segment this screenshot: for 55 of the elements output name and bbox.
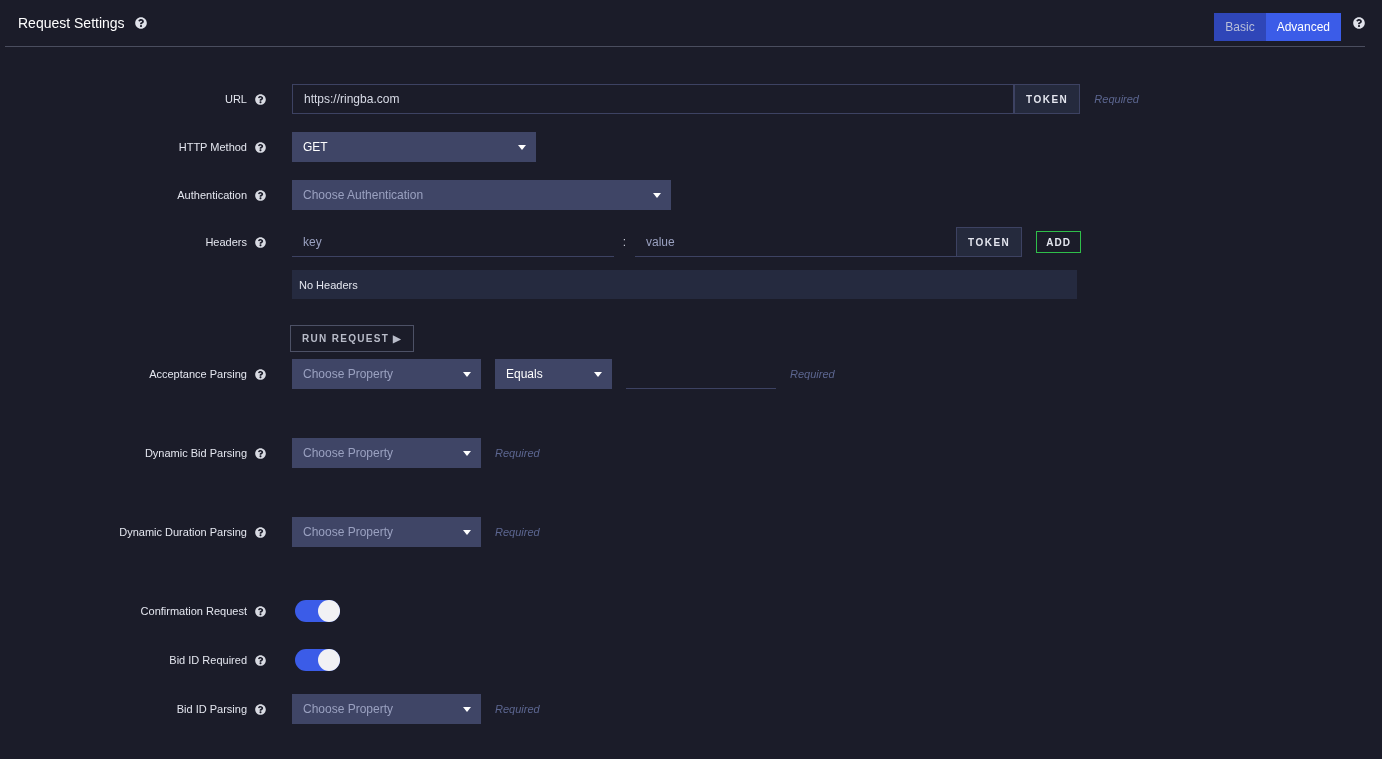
toggle-switch[interactable] — [295, 600, 340, 622]
required-hint: Required — [495, 447, 540, 459]
help-icon[interactable] — [255, 368, 266, 380]
field-label: Confirmation Request — [140, 605, 247, 617]
property-dropdown[interactable]: Choose Property — [292, 438, 481, 468]
mode-tab[interactable]: Basic — [1214, 13, 1266, 41]
required-hint: Required — [1094, 93, 1139, 105]
separator: : — [621, 235, 628, 249]
required-hint: Required — [790, 368, 835, 380]
help-icon[interactable] — [255, 141, 266, 153]
caret-icon — [463, 529, 471, 535]
property-dropdown[interactable]: Choose Property — [292, 517, 481, 547]
help-icon[interactable] — [255, 93, 266, 105]
help-icon[interactable] — [134, 17, 147, 29]
field-label: Bid ID Required — [169, 654, 247, 666]
caret-icon — [518, 144, 526, 150]
help-icon[interactable] — [255, 605, 266, 617]
page-title: Request Settings — [18, 15, 125, 31]
header-key-field[interactable]: key — [292, 227, 614, 257]
url-field[interactable]: https://ringba.com — [292, 84, 1014, 114]
run-request-button[interactable]: RUN REQUEST ▶ — [290, 325, 415, 352]
help-icon[interactable] — [255, 236, 266, 248]
field-label: Dynamic Bid Parsing — [144, 447, 247, 459]
header-value-field[interactable]: value — [635, 227, 956, 257]
token-button[interactable]: TOKEN — [1014, 84, 1081, 114]
required-hint: Required — [495, 703, 540, 715]
field-label: HTTP Method — [178, 141, 247, 153]
no-headers-message: No Headers — [292, 270, 1077, 299]
field-label: Acceptance Parsing — [149, 368, 247, 380]
add-button[interactable]: ADD — [1036, 231, 1081, 253]
field-label: Bid ID Parsing — [176, 703, 247, 715]
help-icon[interactable] — [255, 526, 266, 538]
field-label: Authentication — [177, 189, 247, 201]
field-label: Dynamic Duration Parsing — [119, 526, 247, 538]
property-dropdown[interactable]: Choose Property — [292, 359, 481, 389]
help-icon[interactable] — [255, 189, 266, 201]
operator-dropdown[interactable]: Equals — [495, 359, 612, 389]
caret-icon — [463, 450, 471, 456]
toggle-switch[interactable] — [295, 649, 340, 671]
token-button[interactable]: TOKEN — [956, 227, 1023, 257]
property-dropdown[interactable]: Choose Property — [292, 694, 481, 724]
caret-icon — [463, 706, 471, 712]
field-label: Headers — [205, 236, 247, 248]
mode-tab[interactable]: Advanced — [1265, 13, 1341, 41]
caret-icon — [594, 371, 602, 377]
authentication-dropdown[interactable]: Choose Authentication — [292, 180, 671, 210]
help-icon[interactable] — [255, 654, 266, 666]
method-dropdown[interactable]: GET — [292, 132, 536, 162]
caret-icon — [463, 371, 471, 377]
field-label: URL — [225, 93, 247, 105]
caret-icon — [653, 192, 661, 198]
help-icon[interactable] — [1353, 17, 1365, 29]
help-icon[interactable] — [255, 447, 266, 459]
required-hint: Required — [495, 526, 540, 538]
help-icon[interactable] — [255, 703, 266, 715]
